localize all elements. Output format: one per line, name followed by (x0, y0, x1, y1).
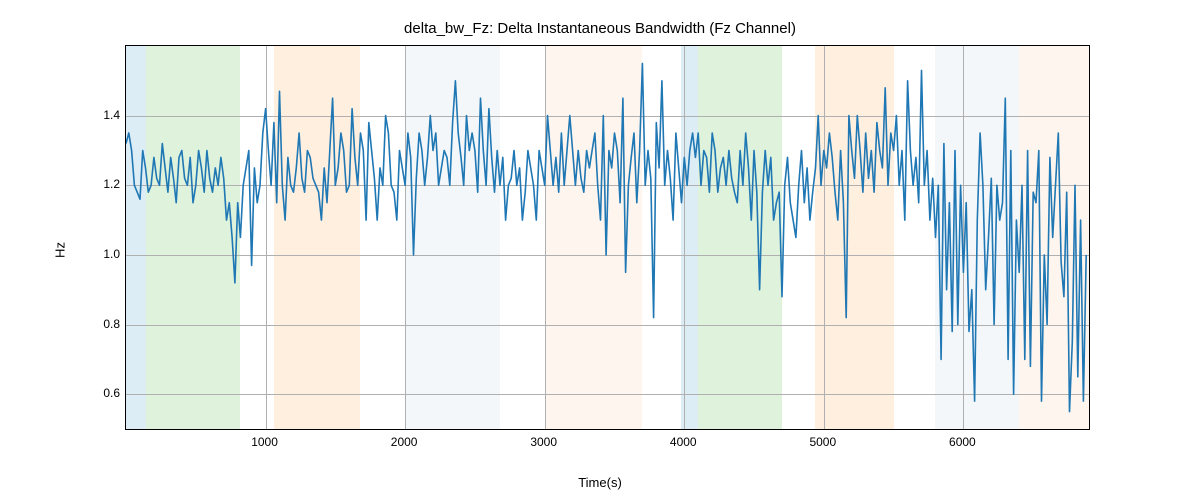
y-tick-label: 1.0 (80, 247, 120, 261)
x-tick-label: 6000 (949, 435, 976, 449)
x-tick-label: 5000 (809, 435, 836, 449)
line-plot (126, 46, 1089, 429)
x-tick-label: 1000 (251, 435, 278, 449)
x-tick-label: 3000 (530, 435, 557, 449)
y-tick-label: 1.2 (80, 177, 120, 191)
y-tick-label: 1.4 (80, 108, 120, 122)
y-tick-label: 0.6 (80, 386, 120, 400)
series-path (126, 63, 1086, 411)
plot-area (125, 45, 1090, 430)
y-tick-label: 0.8 (80, 317, 120, 331)
y-axis-label: Hz (53, 242, 68, 258)
chart-figure: delta_bw_Fz: Delta Instantaneous Bandwid… (0, 0, 1200, 500)
x-tick-label: 4000 (670, 435, 697, 449)
x-tick-label: 2000 (391, 435, 418, 449)
chart-title: delta_bw_Fz: Delta Instantaneous Bandwid… (0, 20, 1200, 37)
x-axis-label: Time(s) (578, 475, 622, 490)
